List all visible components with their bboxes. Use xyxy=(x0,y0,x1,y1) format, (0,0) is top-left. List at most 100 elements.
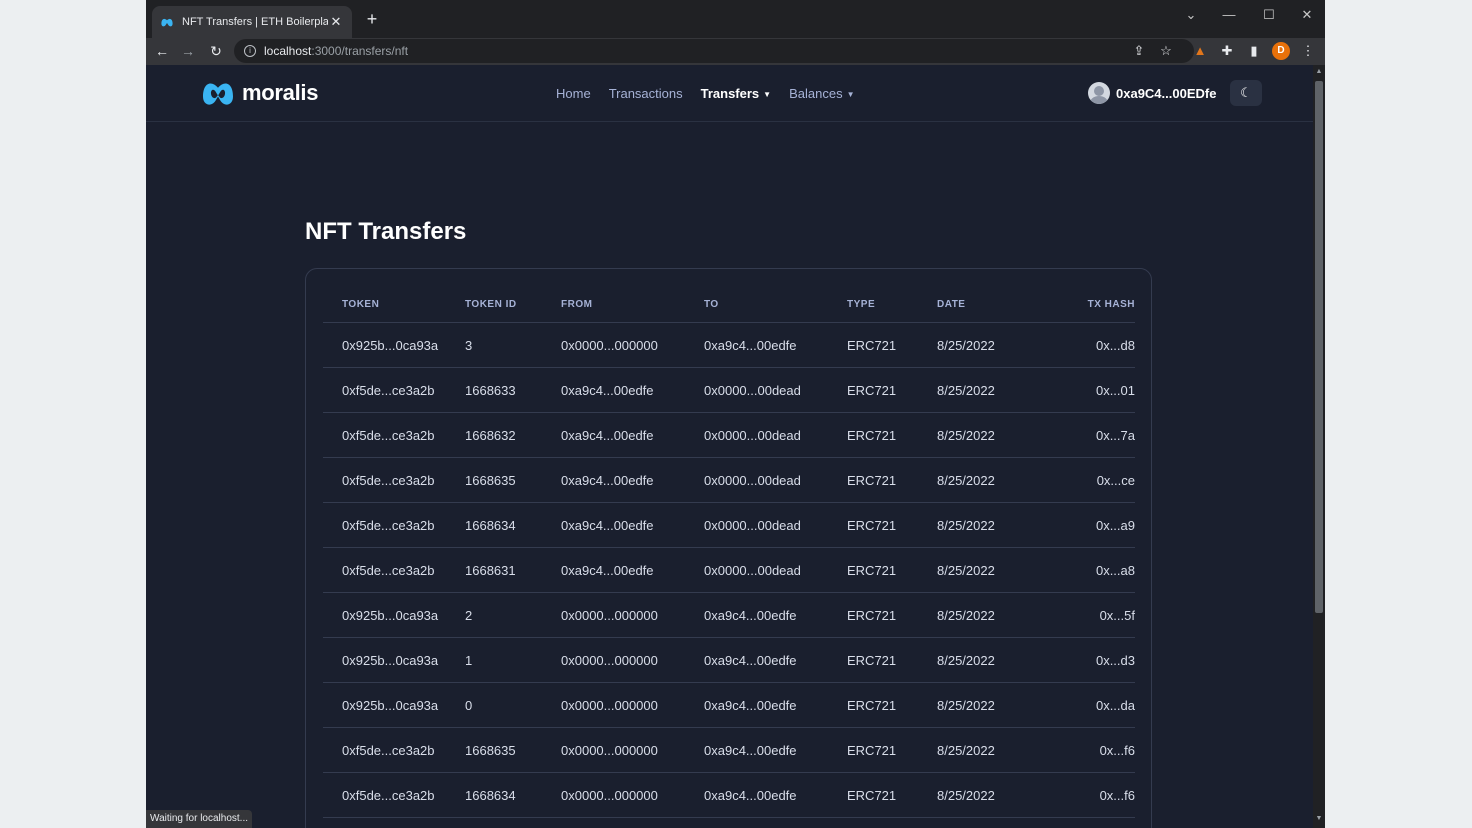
cell-token-id: 1668631 xyxy=(465,562,516,578)
cell-date: 8/25/2022 xyxy=(937,787,995,803)
new-tab-button[interactable]: + xyxy=(362,9,382,29)
url-input[interactable]: i localhost:3000/transfers/nft xyxy=(234,39,1194,63)
chevron-down-icon: ▼ xyxy=(763,90,772,100)
cell-type: ERC721 xyxy=(847,382,897,398)
table-row[interactable]: 0xf5de...ce3a2b 1668633 0xa9c4...00edfe 0x0… xyxy=(323,368,1135,413)
nav-home[interactable]: Home xyxy=(556,86,591,101)
cell-date: 8/25/2022 xyxy=(937,562,995,578)
table-row[interactable]: 0xf5de...ce3a2b 1668631 0xa9c4...00edfe 0x0… xyxy=(323,548,1135,593)
cell-to: 0x0000...00dead xyxy=(704,427,801,443)
close-window-icon[interactable]: ✕ xyxy=(1292,4,1322,26)
cell-token-id: 1668635 xyxy=(465,472,516,488)
cell-tx-hash: 0x...5f xyxy=(1099,607,1135,623)
chevron-down-icon: ▼ xyxy=(846,90,855,100)
tab-close-icon[interactable]: ✕ xyxy=(328,14,344,30)
cell-type: ERC721 xyxy=(847,607,897,623)
reload-icon[interactable]: ↻ xyxy=(206,41,226,61)
cell-from: 0x0000...000000 xyxy=(561,697,658,713)
scrollbar[interactable]: ▲ ▼ xyxy=(1313,65,1325,828)
table-row[interactable]: 0x925b...0ca93a 2 0x0000...000000 0xa9c4...… xyxy=(323,593,1135,638)
url-path: :3000/transfers/nft xyxy=(311,44,409,58)
column-header-to: TO xyxy=(704,299,719,310)
cell-token-id: 2 xyxy=(465,607,473,623)
nav-transactions[interactable]: Transactions xyxy=(609,86,683,101)
cell-from: 0x0000...000000 xyxy=(561,607,658,623)
table-row[interactable]: 0x925b...0ca93a 3 0x0000...000000 0xa9c4...… xyxy=(323,323,1135,368)
scroll-up-icon[interactable]: ▲ xyxy=(1313,68,1325,75)
cell-token-id: 1668633 xyxy=(465,382,516,398)
account-address: 0xa9C4...00EDfe xyxy=(1116,85,1217,101)
cell-token-id: 1668634 xyxy=(465,517,516,533)
extensions-puzzle-icon[interactable]: ✚ xyxy=(1218,42,1236,60)
table-row[interactable]: 0xf5de...ce3a2b 1668632 0xa9c4...00edfe 0x0… xyxy=(323,413,1135,458)
cell-type: ERC721 xyxy=(847,742,897,758)
cell-to: 0xa9c4...00edfe xyxy=(704,607,797,623)
table-row[interactable]: 0x925b...0ca93a 0 0x0000...000000 0xa9c4...… xyxy=(323,683,1135,728)
cell-type: ERC721 xyxy=(847,472,897,488)
scroll-thumb[interactable] xyxy=(1315,81,1323,613)
forward-icon[interactable]: → xyxy=(178,41,198,61)
nav-balances[interactable]: Balances ▼ xyxy=(789,86,854,101)
tab-search-icon[interactable]: ⌄ xyxy=(1176,4,1206,26)
cell-token: 0x925b...0ca93a xyxy=(342,652,439,668)
tab-title: NFT Transfers | ETH Boilerplate xyxy=(182,16,328,28)
cell-token: 0xf5de...ce3a2b xyxy=(342,427,435,443)
web-page: moralis Home Transactions Transfers ▼ Bal… xyxy=(146,65,1313,828)
table-row[interactable]: 0xf5de...ce3a2b 1668635 0xa9c4...00edfe 0x0… xyxy=(323,458,1135,503)
cell-tx-hash: 0x...a8 xyxy=(1095,562,1135,578)
column-header-date: DATE xyxy=(937,299,966,310)
cell-type: ERC721 xyxy=(847,337,897,353)
cell-token: 0x925b...0ca93a xyxy=(342,697,439,713)
minimize-icon[interactable]: — xyxy=(1214,4,1244,26)
cell-token: 0xf5de...ce3a2b xyxy=(342,742,435,758)
cell-type: ERC721 xyxy=(847,697,897,713)
cell-token: 0x925b...0ca93a xyxy=(342,607,439,623)
back-icon[interactable]: ← xyxy=(152,41,172,61)
menu-kebab-icon[interactable]: ⋮ xyxy=(1299,42,1317,60)
cell-from: 0xa9c4...00edfe xyxy=(561,427,654,443)
cell-from: 0xa9c4...00edfe xyxy=(561,472,654,488)
table-row[interactable]: 0xf5de...ce3a2b 1668635 0x0000...000000 0xa… xyxy=(323,728,1135,773)
cell-token-id: 0 xyxy=(465,697,473,713)
cell-token-id: 1668632 xyxy=(465,427,516,443)
nav-transfers[interactable]: Transfers ▼ xyxy=(701,86,771,101)
tab-strip: NFT Transfers | ETH Boilerplate ✕ + ⌄ — … xyxy=(146,0,1325,38)
profile-avatar[interactable]: D xyxy=(1272,42,1290,60)
bookmark-star-icon[interactable]: ☆ xyxy=(1157,42,1175,60)
cell-date: 8/25/2022 xyxy=(937,697,995,713)
column-header-tx-hash: TX HASH xyxy=(1087,299,1135,310)
table-row[interactable]: 0xf5de...ce3a2b 1668634 0x0000...000000 0xa… xyxy=(323,773,1135,818)
moralis-logo-icon xyxy=(203,83,233,105)
cell-token: 0xf5de...ce3a2b xyxy=(342,382,435,398)
theme-toggle-button[interactable]: ☾ xyxy=(1230,80,1262,106)
cell-tx-hash: 0x...7a xyxy=(1095,427,1135,443)
cell-token: 0xf5de...ce3a2b xyxy=(342,787,435,803)
browser-window: NFT Transfers | ETH Boilerplate ✕ + ⌄ — … xyxy=(146,0,1325,828)
moralis-logo[interactable]: moralis xyxy=(200,78,318,108)
maximize-icon[interactable]: ☐ xyxy=(1254,4,1284,26)
metamask-extension-icon[interactable]: ▲ xyxy=(1191,42,1209,60)
cell-token: 0xf5de...ce3a2b xyxy=(342,517,435,533)
cell-date: 8/25/2022 xyxy=(937,382,995,398)
site-info-icon[interactable]: i xyxy=(244,45,256,57)
table-row[interactable]: 0xf5de...ce3a2b 1668634 0xa9c4...00edfe 0x0… xyxy=(323,503,1135,548)
cell-to: 0x0000...00dead xyxy=(704,517,801,533)
cell-token-id: 1 xyxy=(465,652,473,668)
browser-tab[interactable]: NFT Transfers | ETH Boilerplate ✕ xyxy=(152,6,352,38)
cell-token-id: 1668634 xyxy=(465,787,516,803)
account-button[interactable]: 0xa9C4...00EDfe xyxy=(1088,82,1216,104)
side-panel-icon[interactable]: ▮ xyxy=(1245,42,1263,60)
cell-to: 0x0000...00dead xyxy=(704,382,801,398)
cell-tx-hash: 0x...da xyxy=(1095,697,1135,713)
column-header-type: TYPE xyxy=(847,299,876,310)
share-icon[interactable]: ⇪ xyxy=(1130,42,1148,60)
cell-to: 0xa9c4...00edfe xyxy=(704,652,797,668)
scroll-down-icon[interactable]: ▼ xyxy=(1313,815,1325,822)
table-row[interactable]: 0x925b...0ca93a 1 0x0000...000000 0xa9c4...… xyxy=(323,638,1135,683)
address-bar: ← → ↻ i localhost:3000/transfers/nft ⇪ ☆… xyxy=(146,38,1325,65)
cell-token: 0xf5de...ce3a2b xyxy=(342,472,435,488)
cell-date: 8/25/2022 xyxy=(937,337,995,353)
cell-to: 0x0000...00dead xyxy=(704,472,801,488)
cell-token: 0xf5de...ce3a2b xyxy=(342,562,435,578)
site-header: moralis Home Transactions Transfers ▼ Bal… xyxy=(146,65,1313,122)
